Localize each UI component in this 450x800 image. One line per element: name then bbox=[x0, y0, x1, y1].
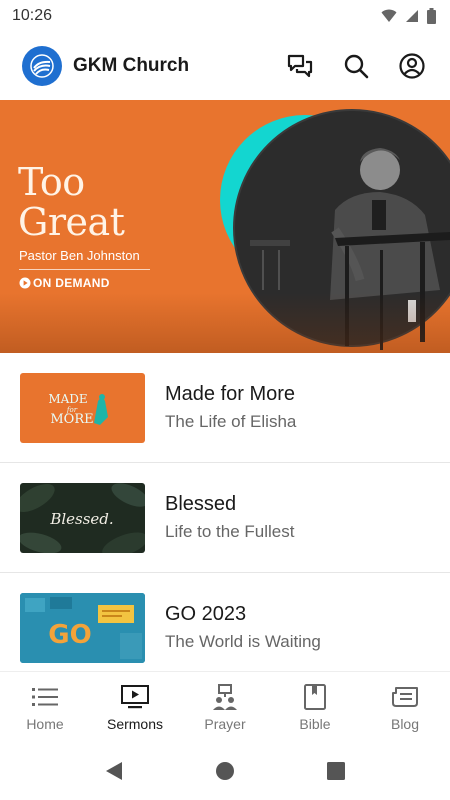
status-time: 10:26 bbox=[12, 7, 53, 24]
chat-icon[interactable] bbox=[284, 50, 316, 82]
sermon-list[interactable]: MADE for MORE Made for More The Life of … bbox=[0, 353, 450, 671]
nav-blog[interactable]: Blog bbox=[360, 672, 450, 741]
system-nav-bar bbox=[0, 741, 450, 800]
nav-bible[interactable]: Bible bbox=[270, 672, 360, 741]
made-for-more-artwork: MADE for MORE bbox=[48, 392, 108, 427]
sermon-title: Blessed bbox=[165, 493, 237, 515]
hero-divider bbox=[19, 269, 150, 270]
bottom-nav: Home Sermons Prayer Bible Blog bbox=[0, 671, 450, 741]
hero-title: Too Great bbox=[18, 160, 125, 244]
go-2023-artwork: GO bbox=[20, 592, 145, 663]
hero-shade bbox=[0, 293, 450, 353]
list-icon bbox=[31, 684, 59, 710]
nav-sermons[interactable]: Sermons bbox=[90, 672, 180, 741]
nav-home[interactable]: Home bbox=[0, 672, 90, 741]
sermon-text: Blessed Life to the Fullest bbox=[165, 493, 294, 542]
search-icon[interactable] bbox=[340, 50, 372, 82]
sermon-subtitle: The World is Waiting bbox=[165, 632, 321, 651]
on-demand-label: ON DEMAND bbox=[33, 276, 110, 290]
thumb-word-more: MORE bbox=[50, 412, 93, 427]
cell-signal-icon bbox=[406, 10, 418, 22]
recents-icon[interactable] bbox=[327, 761, 345, 780]
blessed-artwork: Blessed. bbox=[20, 482, 145, 553]
list-item[interactable]: Blessed. Blessed Life to the Fullest bbox=[0, 463, 450, 573]
play-circle-icon bbox=[19, 277, 31, 289]
sermon-thumbnail: GO bbox=[20, 592, 145, 663]
header-actions bbox=[284, 50, 428, 82]
thumb-word-go: GO bbox=[48, 620, 91, 650]
hero-title-line1: Too bbox=[18, 160, 85, 204]
list-item[interactable]: GO GO 2023 The World is Waiting bbox=[0, 573, 450, 671]
app-title: GKM Church bbox=[73, 55, 190, 76]
sermon-thumbnail: MADE for MORE bbox=[20, 372, 145, 443]
bible-icon bbox=[301, 684, 329, 710]
nav-home-label: Home bbox=[26, 716, 64, 732]
back-icon[interactable] bbox=[105, 761, 123, 781]
wifi-icon bbox=[381, 9, 397, 22]
sermon-text: Made for More The Life of Elisha bbox=[165, 383, 296, 432]
status-bar: 10:26 bbox=[0, 0, 450, 32]
church-logo bbox=[22, 46, 62, 86]
on-demand-badge: ON DEMAND bbox=[19, 276, 110, 290]
hero-speaker: Pastor Ben Johnston bbox=[19, 248, 140, 263]
tv-play-icon bbox=[121, 684, 149, 710]
sermon-subtitle: Life to the Fullest bbox=[165, 522, 295, 541]
featured-sermon-banner[interactable]: Too Great Pastor Ben Johnston ON DEMAND bbox=[0, 100, 450, 353]
sermon-title: GO 2023 bbox=[165, 603, 247, 625]
status-icons bbox=[381, 8, 436, 24]
nav-bible-label: Bible bbox=[299, 716, 331, 732]
home-circle-icon[interactable] bbox=[215, 761, 235, 781]
nav-blog-label: Blog bbox=[390, 716, 420, 732]
sermon-subtitle: The Life of Elisha bbox=[165, 412, 297, 431]
nav-sermons-label: Sermons bbox=[106, 716, 164, 732]
app-header: GKM Church bbox=[0, 32, 450, 100]
sermon-thumbnail: Blessed. bbox=[20, 482, 145, 553]
blog-icon bbox=[391, 684, 419, 710]
hero-title-line2: Great bbox=[18, 200, 125, 244]
thumb-word-blessed: Blessed. bbox=[49, 510, 113, 528]
thumb-word-made: MADE bbox=[48, 392, 87, 406]
battery-icon bbox=[427, 8, 436, 24]
nav-prayer-label: Prayer bbox=[204, 716, 246, 732]
nav-prayer[interactable]: Prayer bbox=[180, 672, 270, 741]
prayer-icon bbox=[211, 684, 239, 710]
sermon-text: GO 2023 The World is Waiting bbox=[165, 603, 321, 652]
sermon-title: Made for More bbox=[165, 383, 296, 405]
account-icon[interactable] bbox=[396, 50, 428, 82]
list-item[interactable]: MADE for MORE Made for More The Life of … bbox=[0, 353, 450, 463]
